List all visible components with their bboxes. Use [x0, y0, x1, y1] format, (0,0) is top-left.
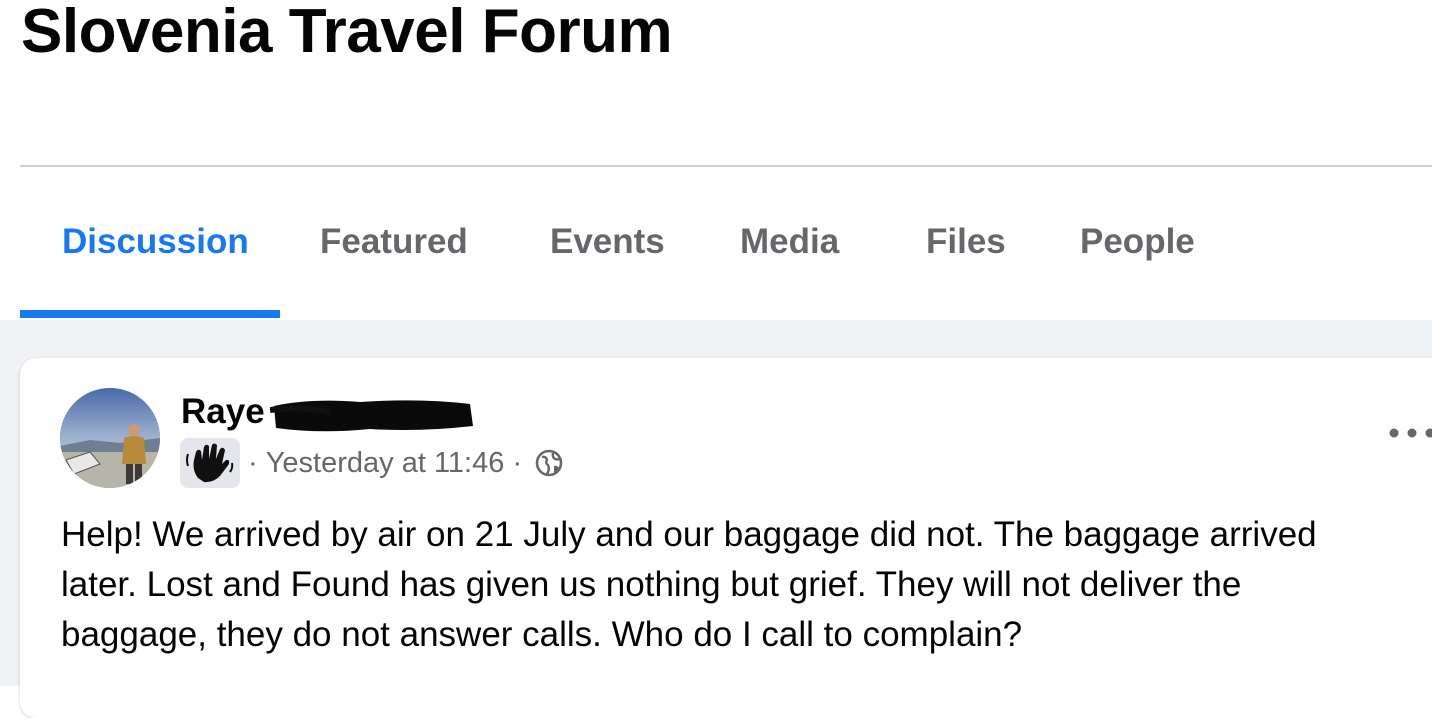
redacted-surname	[270, 396, 475, 434]
group-tabs: Discussion Featured Events Media Files P…	[20, 200, 1432, 318]
post-text-line: baggage, they do not answer calls. Who d…	[61, 610, 1432, 660]
group-title: Slovenia Travel Forum	[21, 0, 672, 67]
post-text-line: Help! We arrived by air on 21 July and o…	[61, 510, 1432, 560]
discussion-feed: Raye · Yesterday at 11:46 ·	[0, 320, 1432, 686]
tab-label: Files	[926, 222, 1006, 262]
tab-label: Discussion	[62, 222, 249, 262]
author-name[interactable]: Raye	[181, 392, 265, 432]
tab-label: Media	[740, 222, 839, 262]
active-tab-indicator	[20, 310, 280, 318]
tab-label: People	[1080, 222, 1195, 262]
newcomer-wave-icon[interactable]	[180, 438, 240, 488]
post-meta: · Yesterday at 11:46 ·	[248, 446, 564, 480]
group-header: Slovenia Travel Forum Discussion Feature…	[0, 0, 1432, 320]
more-options-icon[interactable]	[1388, 418, 1432, 448]
post-body: Help! We arrived by air on 21 July and o…	[61, 510, 1432, 660]
avatar-photo-icon[interactable]	[60, 388, 160, 488]
meta-separator: ·	[512, 447, 522, 479]
tab-label: Featured	[320, 222, 468, 262]
post-card: Raye · Yesterday at 11:46 ·	[20, 358, 1432, 718]
waving-hand-icon	[180, 438, 240, 488]
tab-label: Events	[550, 222, 665, 262]
globe-icon[interactable]	[534, 448, 564, 478]
post-text-line: later. Lost and Found has given us nothi…	[61, 560, 1432, 610]
avatar-image	[60, 388, 160, 488]
header-divider	[20, 165, 1432, 167]
post-timestamp[interactable]: Yesterday at 11:46	[266, 447, 505, 479]
meta-separator: ·	[248, 447, 258, 479]
